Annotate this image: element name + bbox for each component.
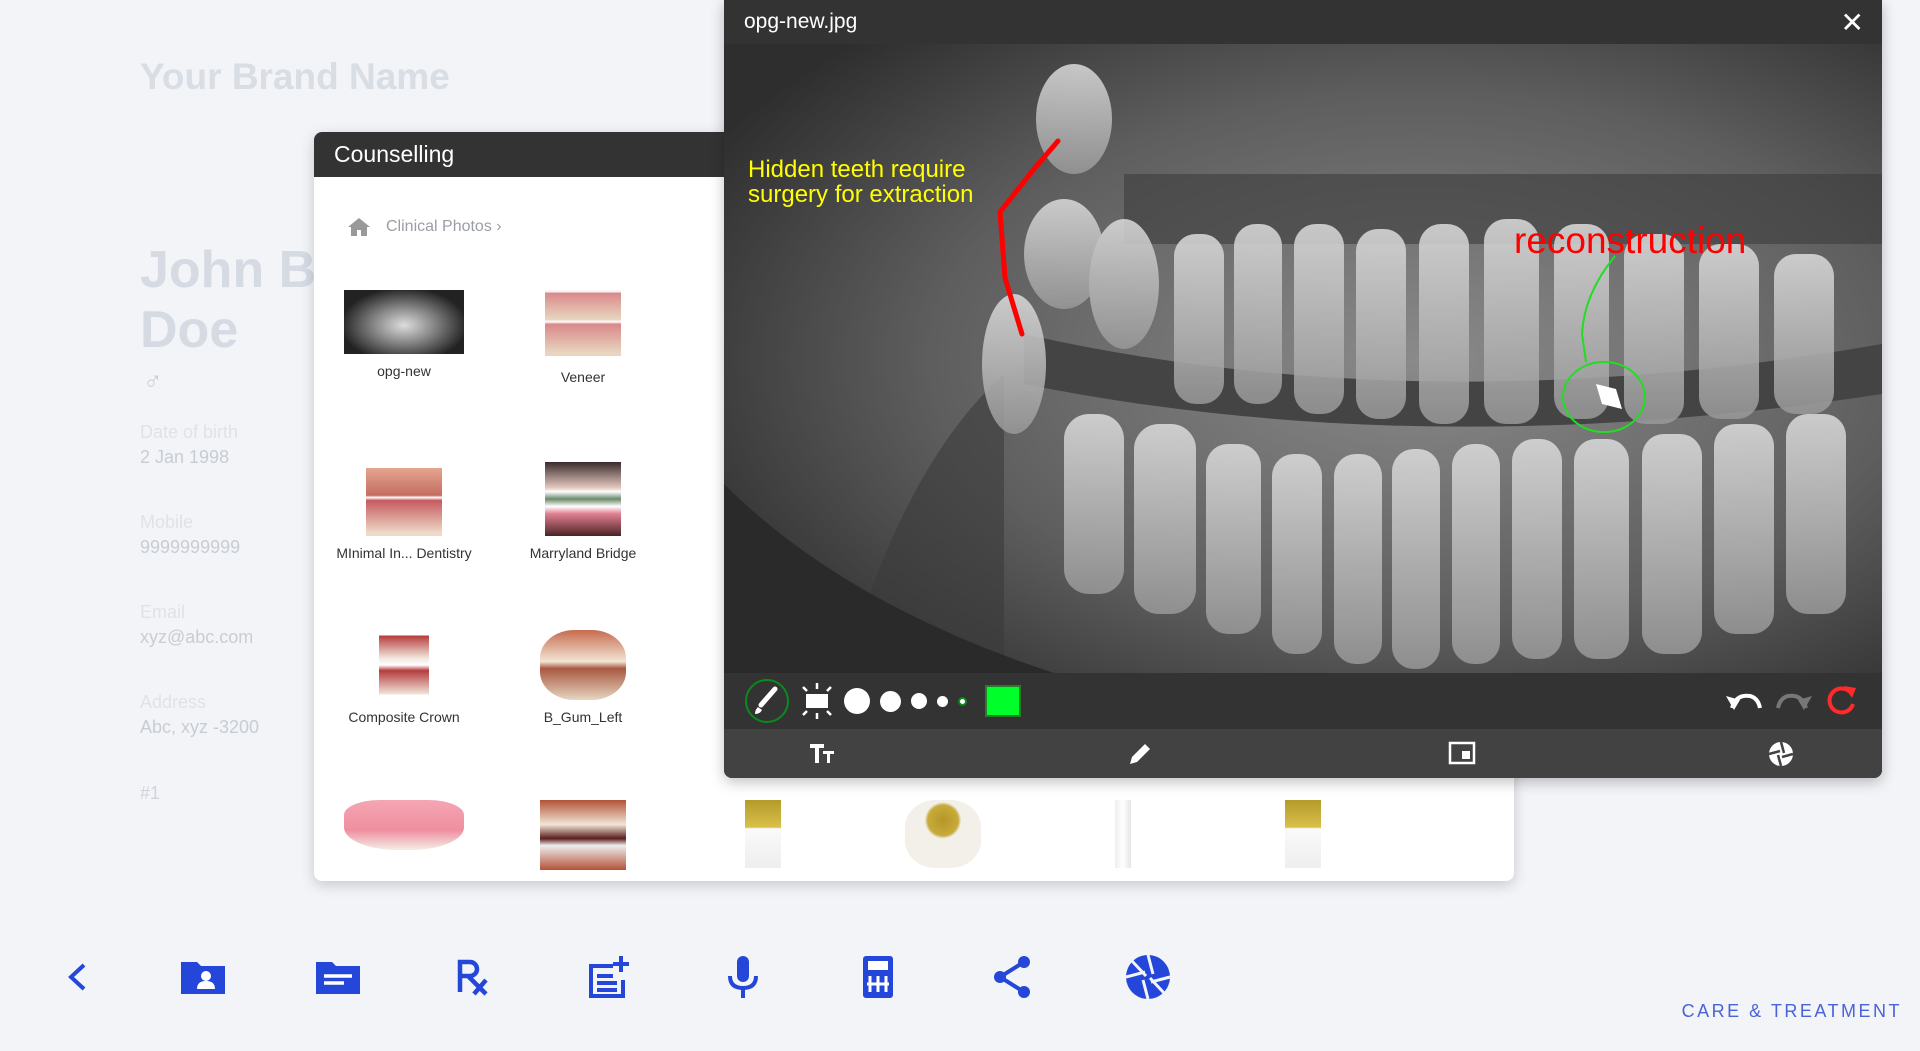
- reset-icon[interactable]: [1824, 684, 1860, 718]
- red-annotation-text: reconstruction: [1514, 220, 1746, 261]
- pencil-icon[interactable]: [1127, 741, 1153, 767]
- calculator-icon[interactable]: [853, 952, 903, 1002]
- home-icon[interactable]: [348, 218, 370, 236]
- folder-icon[interactable]: [313, 952, 363, 1002]
- select-area-icon[interactable]: [800, 681, 834, 721]
- picture-in-picture-icon[interactable]: [1448, 741, 1476, 765]
- gallery-item-jaw[interactable]: [498, 800, 668, 878]
- microphone-icon[interactable]: [718, 952, 768, 1002]
- brush-icon[interactable]: [744, 678, 790, 724]
- patient-folder-icon[interactable]: [178, 952, 228, 1002]
- patient-index: #1: [140, 783, 161, 803]
- yellow-annotation-line1: Hidden teeth require: [748, 156, 965, 183]
- gallery-item-minimal-dentistry[interactable]: MInimal In... Dentistry: [319, 462, 489, 562]
- viewer-bottom-bar: [724, 729, 1882, 778]
- prescription-icon[interactable]: [448, 952, 498, 1002]
- text-size-icon[interactable]: [808, 741, 836, 765]
- male-icon: ♂: [143, 366, 163, 396]
- gallery-item-denture[interactable]: [319, 800, 489, 858]
- drawing-toolbar: [724, 673, 1882, 729]
- brush-size-l[interactable]: [880, 690, 901, 712]
- brush-size-s[interactable]: [937, 695, 948, 707]
- close-icon[interactable]: ✕: [1841, 6, 1864, 39]
- mobile-field: Mobile 9999999999: [140, 512, 241, 557]
- brush-size-xs-selected[interactable]: [958, 696, 967, 706]
- color-picker[interactable]: [985, 685, 1021, 717]
- gallery-item-composite-crown[interactable]: Composite Crown: [319, 630, 489, 726]
- yellow-annotation-line2: surgery for extraction: [748, 181, 973, 208]
- gallery-item-marryland-bridge[interactable]: Marryland Bridge: [498, 462, 668, 562]
- add-note-icon[interactable]: [583, 952, 633, 1002]
- share-icon[interactable]: [988, 952, 1038, 1002]
- undo-icon[interactable]: [1724, 686, 1764, 716]
- gallery-item-veneer[interactable]: Veneer: [498, 290, 668, 386]
- gallery-item-gold-crown-2[interactable]: [1218, 800, 1388, 876]
- email-field: Email xyz@abc.com: [140, 602, 254, 647]
- image-viewer: opg-new.jpg ✕ Hidden teeth require surger…: [724, 0, 1882, 778]
- back-chevron-icon[interactable]: [52, 952, 102, 1002]
- aperture-icon[interactable]: [1768, 741, 1794, 767]
- gallery-item-post[interactable]: [1038, 800, 1208, 876]
- redo-icon[interactable]: [1774, 686, 1814, 716]
- breadcrumb: Clinical Photos ›: [348, 218, 502, 236]
- gallery-item-b-gum-left[interactable]: B_Gum_Left: [498, 630, 668, 726]
- aperture-camera-icon[interactable]: [1123, 952, 1173, 1002]
- viewer-title: opg-new.jpg: [744, 10, 858, 33]
- brush-size-xl[interactable]: [844, 688, 870, 714]
- dob-field: Date of birth 2 Jan 1998: [140, 422, 239, 467]
- address-field: Address Abc, xyz -3200: [140, 692, 260, 737]
- gallery-item-gold-inlay[interactable]: [858, 800, 1028, 876]
- brush-size-m[interactable]: [911, 693, 927, 709]
- breadcrumb-clinical-photos[interactable]: Clinical Photos ›: [386, 218, 502, 236]
- gallery-item-opg-new[interactable]: opg-new: [319, 290, 489, 380]
- patient-name: John B Doe: [140, 241, 317, 359]
- care-treatment-link[interactable]: CARE & TREATMENT: [1682, 1001, 1902, 1022]
- brand-name: Your Brand Name: [140, 56, 450, 97]
- gallery-item-gold-crown[interactable]: [678, 800, 848, 876]
- xray-canvas[interactable]: Hidden teeth require surgery for extract…: [724, 44, 1882, 673]
